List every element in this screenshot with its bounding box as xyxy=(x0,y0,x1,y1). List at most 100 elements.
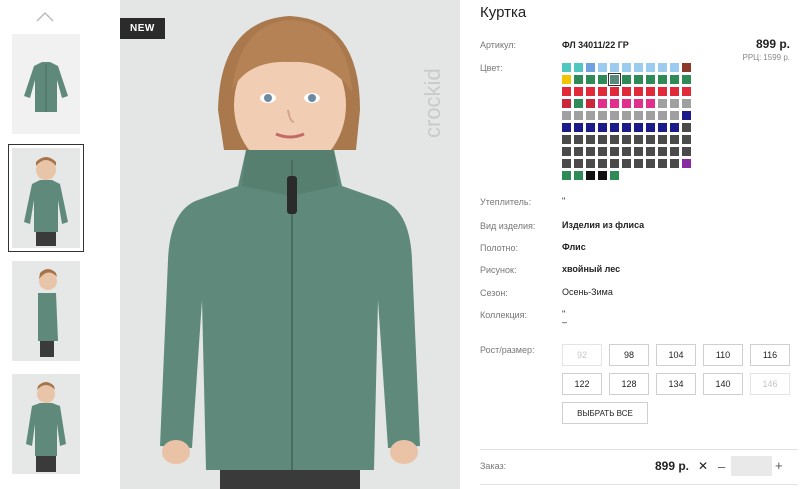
color-swatch[interactable] xyxy=(574,99,583,108)
color-swatch[interactable] xyxy=(586,171,595,180)
color-swatch[interactable] xyxy=(658,63,667,72)
color-swatch[interactable] xyxy=(586,123,595,132)
size-option[interactable]: 98 xyxy=(609,344,649,366)
color-swatch[interactable] xyxy=(586,87,595,96)
color-swatch[interactable] xyxy=(634,87,643,96)
color-swatch[interactable] xyxy=(682,87,691,96)
color-swatch[interactable] xyxy=(574,171,583,180)
color-swatch[interactable] xyxy=(562,63,571,72)
color-swatch[interactable] xyxy=(586,147,595,156)
color-swatch[interactable] xyxy=(562,75,571,84)
color-swatch[interactable] xyxy=(646,87,655,96)
color-swatch[interactable] xyxy=(682,123,691,132)
color-swatch[interactable] xyxy=(646,159,655,168)
color-swatch[interactable] xyxy=(622,99,631,108)
color-swatch[interactable] xyxy=(682,111,691,120)
color-swatch[interactable] xyxy=(658,135,667,144)
color-swatch[interactable] xyxy=(598,135,607,144)
color-swatch[interactable] xyxy=(562,99,571,108)
color-swatch[interactable] xyxy=(670,111,679,120)
color-swatch[interactable] xyxy=(658,99,667,108)
select-all-button[interactable]: ВЫБРАТЬ ВСЕ xyxy=(562,402,648,424)
color-swatch[interactable] xyxy=(598,75,607,84)
color-swatch[interactable] xyxy=(574,159,583,168)
color-swatch[interactable] xyxy=(586,135,595,144)
color-swatch[interactable] xyxy=(598,111,607,120)
thumbnail-side-view[interactable] xyxy=(12,261,80,361)
color-swatch[interactable] xyxy=(610,87,619,96)
color-swatch[interactable] xyxy=(646,111,655,120)
color-swatch[interactable] xyxy=(598,159,607,168)
color-swatch[interactable] xyxy=(634,147,643,156)
color-swatch[interactable] xyxy=(622,63,631,72)
color-swatch[interactable] xyxy=(598,171,607,180)
color-swatch[interactable] xyxy=(610,159,619,168)
color-swatch[interactable] xyxy=(586,75,595,84)
size-option[interactable]: 104 xyxy=(656,344,696,366)
color-swatch[interactable] xyxy=(574,147,583,156)
color-swatch[interactable] xyxy=(646,123,655,132)
color-swatch[interactable] xyxy=(634,135,643,144)
color-swatch[interactable] xyxy=(634,75,643,84)
color-swatch[interactable] xyxy=(670,123,679,132)
thumbnail-front-view[interactable] xyxy=(8,144,84,252)
color-swatch[interactable] xyxy=(658,111,667,120)
decrease-quantity-button[interactable]: – xyxy=(718,459,725,474)
color-swatch[interactable] xyxy=(658,75,667,84)
color-swatch[interactable] xyxy=(658,87,667,96)
color-swatch[interactable] xyxy=(586,159,595,168)
color-swatch[interactable] xyxy=(562,159,571,168)
color-swatch[interactable] xyxy=(574,63,583,72)
color-swatch[interactable] xyxy=(562,135,571,144)
color-swatch[interactable] xyxy=(634,111,643,120)
increase-quantity-button[interactable]: + xyxy=(775,458,783,473)
color-swatch[interactable] xyxy=(682,63,691,72)
color-swatch[interactable] xyxy=(598,87,607,96)
color-swatch[interactable] xyxy=(586,111,595,120)
color-swatch[interactable] xyxy=(610,99,619,108)
color-swatch[interactable] xyxy=(646,135,655,144)
chevron-up-icon[interactable] xyxy=(36,10,54,22)
color-swatch[interactable] xyxy=(622,87,631,96)
color-swatch[interactable] xyxy=(670,135,679,144)
color-swatch[interactable] xyxy=(682,75,691,84)
color-swatch[interactable] xyxy=(622,123,631,132)
color-swatch[interactable] xyxy=(622,111,631,120)
color-swatch[interactable] xyxy=(670,75,679,84)
color-swatch[interactable] xyxy=(646,147,655,156)
color-swatch[interactable] xyxy=(622,159,631,168)
color-swatch[interactable] xyxy=(622,135,631,144)
color-swatch[interactable] xyxy=(622,147,631,156)
color-swatch[interactable] xyxy=(610,135,619,144)
color-swatch[interactable] xyxy=(586,99,595,108)
color-swatch[interactable] xyxy=(646,99,655,108)
color-swatch[interactable] xyxy=(634,159,643,168)
color-swatch[interactable] xyxy=(682,147,691,156)
color-swatch[interactable] xyxy=(610,111,619,120)
size-option[interactable]: 110 xyxy=(703,344,743,366)
size-option[interactable]: 128 xyxy=(609,373,649,395)
color-swatch[interactable] xyxy=(598,99,607,108)
color-swatch[interactable] xyxy=(562,123,571,132)
quantity-input[interactable] xyxy=(731,456,772,476)
color-swatch[interactable] xyxy=(670,87,679,96)
color-swatch[interactable] xyxy=(682,159,691,168)
color-swatch[interactable] xyxy=(634,123,643,132)
color-swatch[interactable] xyxy=(574,111,583,120)
color-swatch[interactable] xyxy=(574,87,583,96)
color-swatch[interactable] xyxy=(682,135,691,144)
color-swatch[interactable] xyxy=(646,63,655,72)
color-swatch[interactable] xyxy=(670,159,679,168)
color-swatch[interactable] xyxy=(670,99,679,108)
color-swatch[interactable] xyxy=(598,147,607,156)
color-swatch[interactable] xyxy=(682,99,691,108)
color-swatch[interactable] xyxy=(608,73,621,86)
color-swatch[interactable] xyxy=(562,171,571,180)
remove-order-icon[interactable]: ✕ xyxy=(698,459,708,473)
color-swatch[interactable] xyxy=(574,123,583,132)
size-option[interactable]: 134 xyxy=(656,373,696,395)
thumbnail-jacket-flat[interactable] xyxy=(12,34,80,134)
color-swatch[interactable] xyxy=(562,111,571,120)
color-swatch[interactable] xyxy=(598,123,607,132)
color-swatch[interactable] xyxy=(646,75,655,84)
